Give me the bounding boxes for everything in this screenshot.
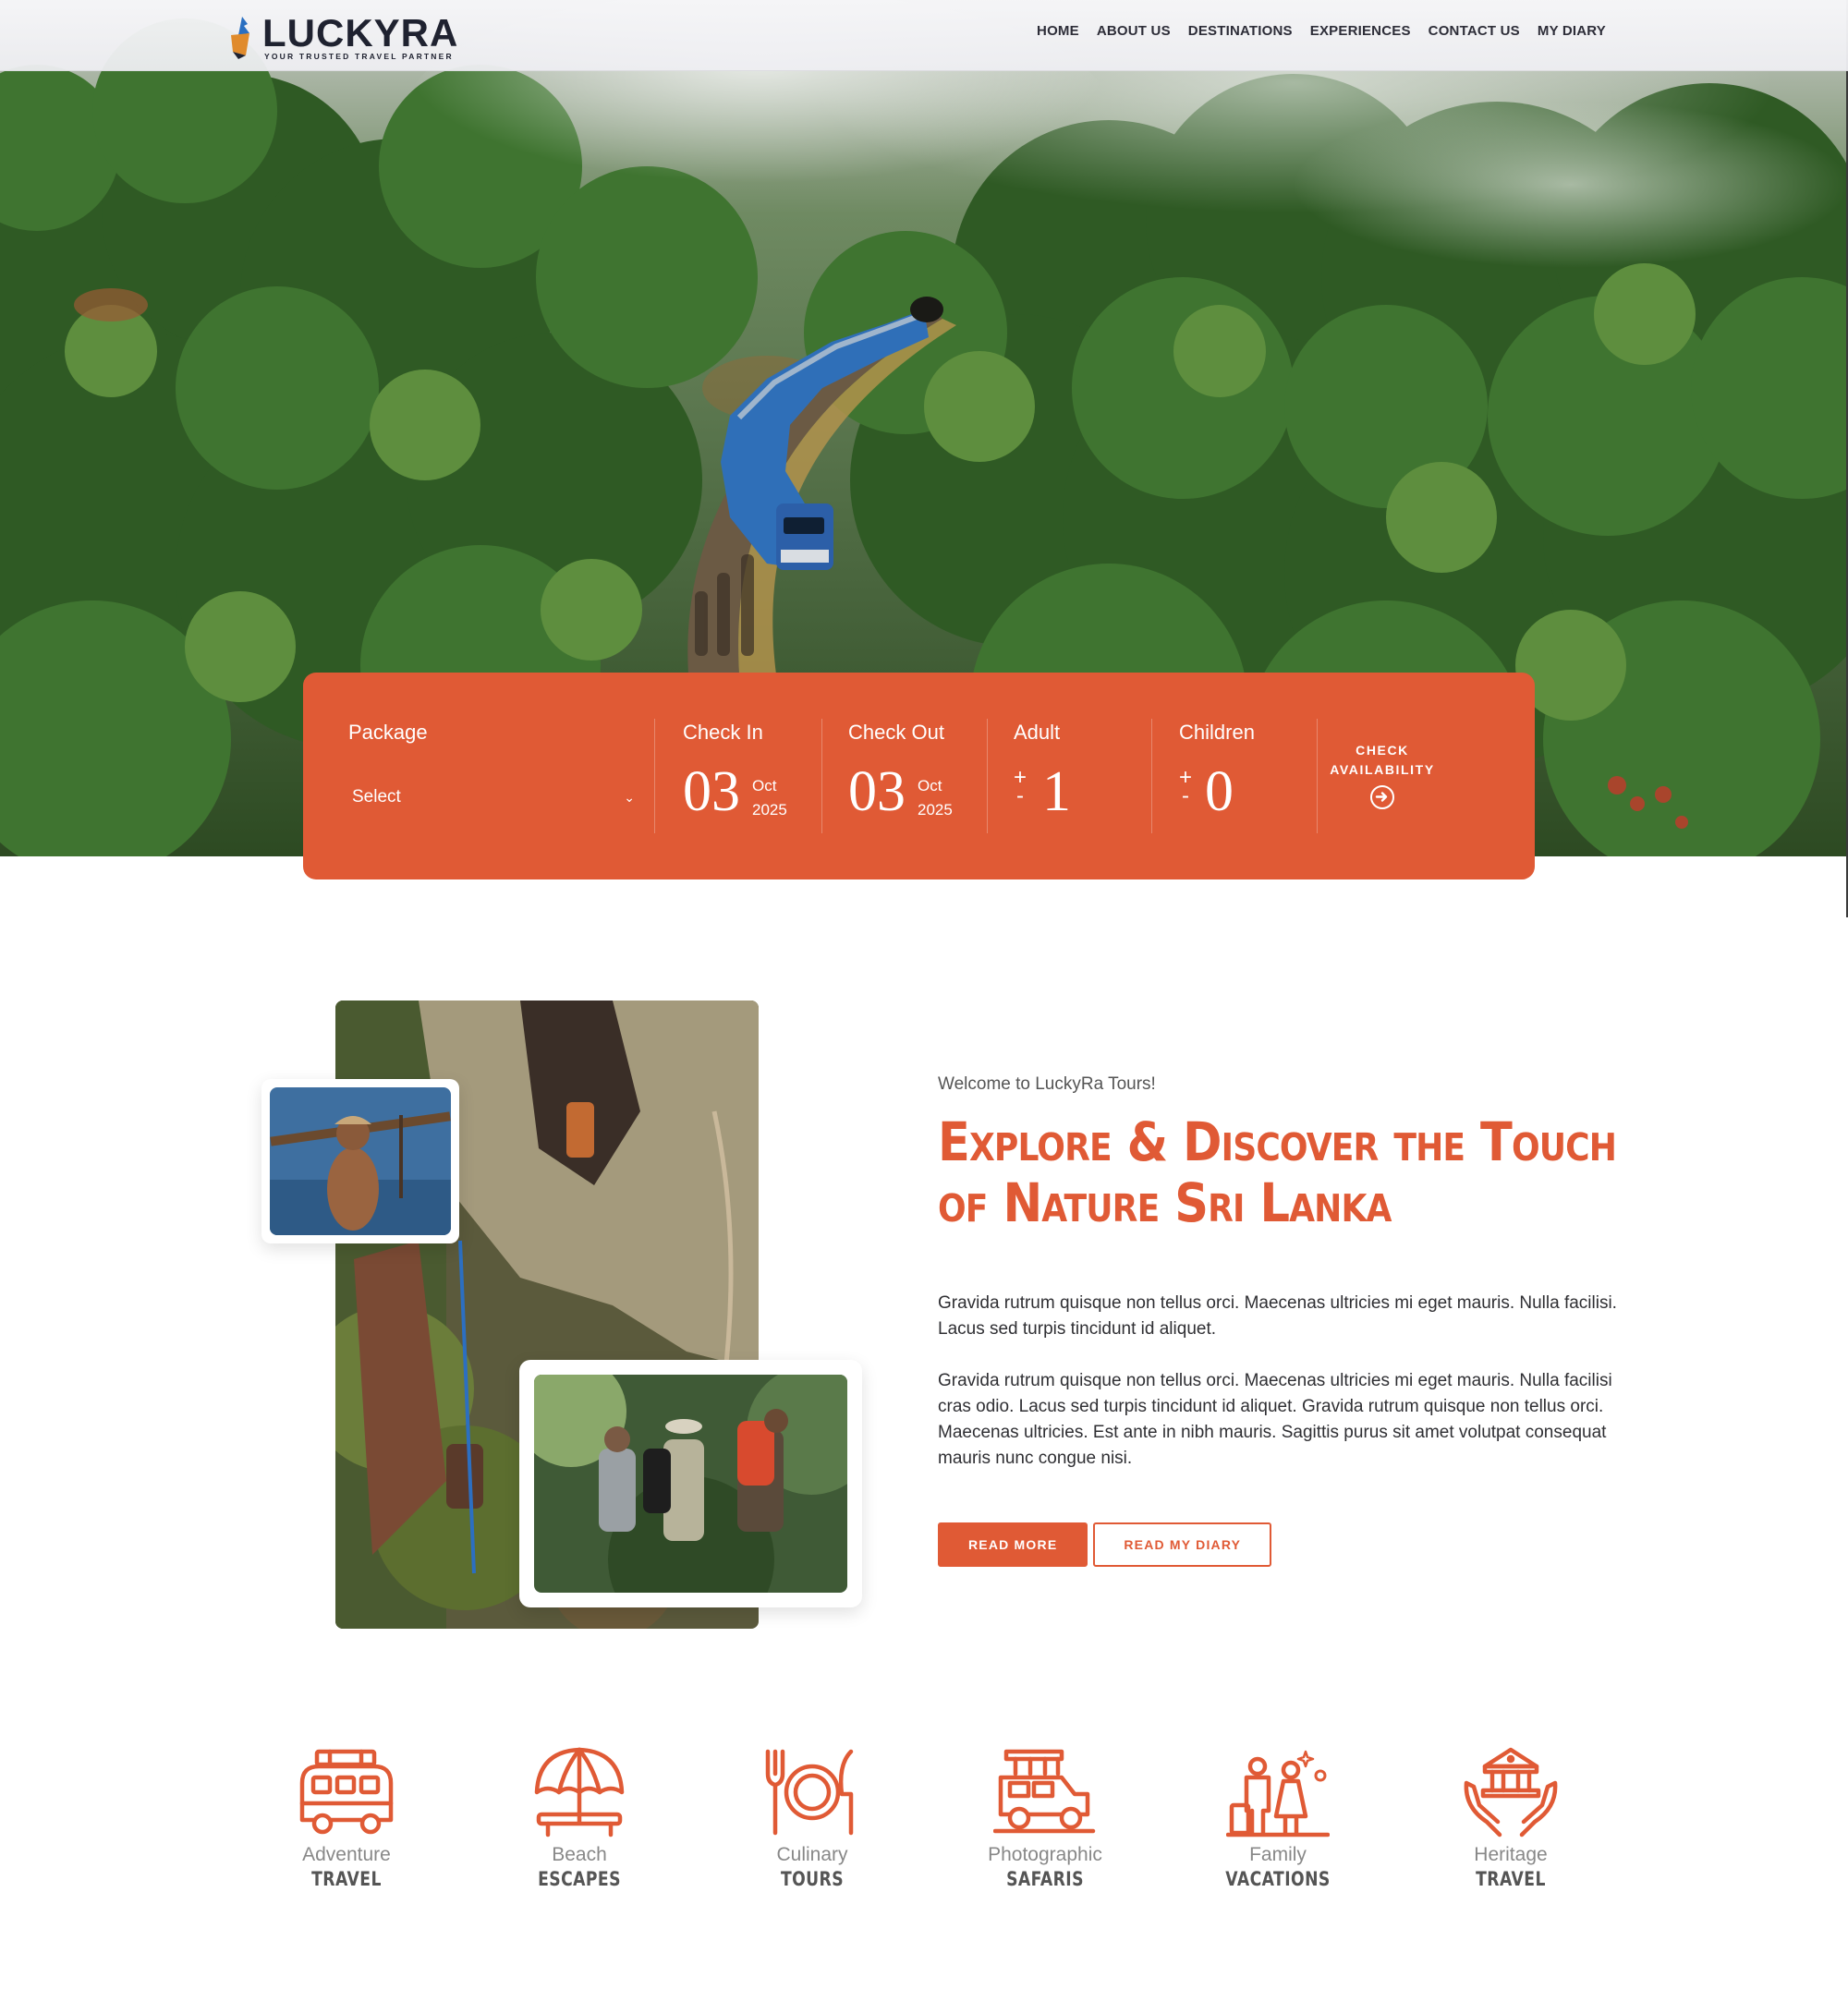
category-beach-escapes[interactable]: Beach ESCAPES (468, 1746, 690, 1890)
check-in-month: Oct (752, 777, 777, 794)
category-label-top: Beach (552, 1844, 607, 1865)
fisherman-photo (261, 1079, 459, 1243)
hiking-group-photo (519, 1360, 862, 1607)
children-count: 0 (1205, 760, 1234, 823)
category-label-top: Adventure (302, 1844, 391, 1865)
adult-label: Adult (1014, 721, 1061, 744)
category-family-vacations[interactable]: Family VACATIONS (1167, 1746, 1389, 1890)
about-paragraph-2: Gravida rutrum quisque non tellus orci. … (938, 1371, 1612, 1468)
brand-logo[interactable]: LUCKYRA YOUR TRUSTED TRAVEL PARTNER (225, 9, 457, 65)
about-kicker: Welcome to LuckyRa Tours! (938, 1074, 1156, 1094)
nav-destinations[interactable]: DESTINATIONS (1188, 23, 1293, 39)
site-header: LUCKYRA YOUR TRUSTED TRAVEL PARTNER HOME… (0, 0, 1848, 71)
van-icon (299, 1749, 394, 1835)
category-label-bottom: SAFARIS (1006, 1868, 1084, 1890)
heritage-hands-icon (1464, 1747, 1558, 1837)
logo-mark-icon (231, 17, 249, 59)
category-label-top: Photographic (988, 1844, 1102, 1865)
package-select-value: Select (352, 787, 401, 807)
about-headline: Explore & Discover the Touch of Nature S… (938, 1111, 1637, 1233)
chevron-down-icon: ⌄ (624, 789, 635, 805)
divider (821, 719, 822, 833)
category-label-bottom: ESCAPES (538, 1868, 621, 1890)
nav-about-us[interactable]: ABOUT US (1097, 23, 1171, 39)
package-select[interactable]: Select ⌄ (352, 787, 635, 807)
adult-count: 1 (1042, 760, 1071, 823)
check-availability-line1: CHECK (1356, 743, 1409, 758)
category-label-bottom: TRAVEL (1476, 1868, 1546, 1890)
children-minus-button[interactable]: - (1178, 785, 1193, 807)
about-buttons: READ MORE READ MY DIARY (938, 1522, 1272, 1567)
check-out-month: Oct (918, 777, 942, 794)
family-icon (1226, 1750, 1330, 1837)
check-out-label: Check Out (848, 721, 944, 744)
category-label-top: Family (1249, 1844, 1307, 1865)
about-headline-line2: of Nature Sri Lanka (938, 1171, 1392, 1234)
children-label: Children (1179, 721, 1255, 744)
category-photographic-safaris[interactable]: Photographic SAFARIS (934, 1746, 1156, 1890)
adult-minus-button[interactable]: - (1013, 785, 1027, 807)
nav-contact-us[interactable]: CONTACT US (1429, 23, 1520, 39)
category-label-top: Culinary (776, 1844, 848, 1865)
arrow-right-circle-icon (1370, 785, 1394, 809)
check-in-year: 2025 (752, 801, 787, 819)
about-section: Welcome to LuckyRa Tours! Explore & Disc… (938, 1074, 1622, 1472)
nav-home[interactable]: HOME (1037, 23, 1079, 39)
read-more-button[interactable]: READ MORE (938, 1522, 1088, 1567)
brand-name: LUCKYRA (262, 11, 459, 55)
about-paragraph-1: Gravida rutrum quisque non tellus orci. … (938, 1293, 1617, 1339)
about-headline-line1: Explore & Discover the Touch (938, 1110, 1617, 1173)
beach-umbrella-icon (534, 1747, 625, 1837)
divider (987, 719, 988, 833)
package-label: Package (348, 721, 428, 744)
about-photo-collage (261, 1001, 862, 1629)
booking-bar: Package Select ⌄ Check In 03 Oct 2025 Ch… (303, 673, 1535, 879)
category-heritage-travel[interactable]: Heritage TRAVEL (1400, 1746, 1622, 1890)
category-culinary-tours[interactable]: Culinary TOURS (701, 1746, 923, 1890)
check-out-day: 03 (848, 760, 906, 823)
category-label-top: Heritage (1474, 1844, 1548, 1865)
check-in-label: Check In (683, 721, 763, 744)
safari-jeep-icon (993, 1749, 1096, 1834)
brand-tagline: YOUR TRUSTED TRAVEL PARTNER (264, 52, 454, 61)
divider (654, 719, 655, 833)
nav-my-diary[interactable]: MY DIARY (1538, 23, 1606, 39)
nav-experiences[interactable]: EXPERIENCES (1310, 23, 1411, 39)
category-label-bottom: TRAVEL (311, 1868, 382, 1890)
divider (1151, 719, 1152, 833)
check-availability-line2: AVAILABILITY (1330, 762, 1435, 777)
category-label-bottom: TOURS (780, 1868, 845, 1890)
check-availability-button[interactable]: CHECK AVAILABILITY (1318, 741, 1447, 815)
plate-cutlery-icon (765, 1749, 854, 1836)
read-my-diary-button[interactable]: READ MY DIARY (1093, 1522, 1272, 1567)
check-in-day: 03 (683, 760, 740, 823)
category-list: Adventure TRAVEL Beach ESCAPES Culinary … (0, 1746, 1848, 1912)
category-adventure-travel[interactable]: Adventure TRAVEL (236, 1746, 457, 1890)
category-label-bottom: VACATIONS (1225, 1868, 1331, 1890)
main-nav: HOME ABOUT US DESTINATIONS EXPERIENCES C… (1019, 23, 1606, 39)
check-out-year: 2025 (918, 801, 953, 819)
